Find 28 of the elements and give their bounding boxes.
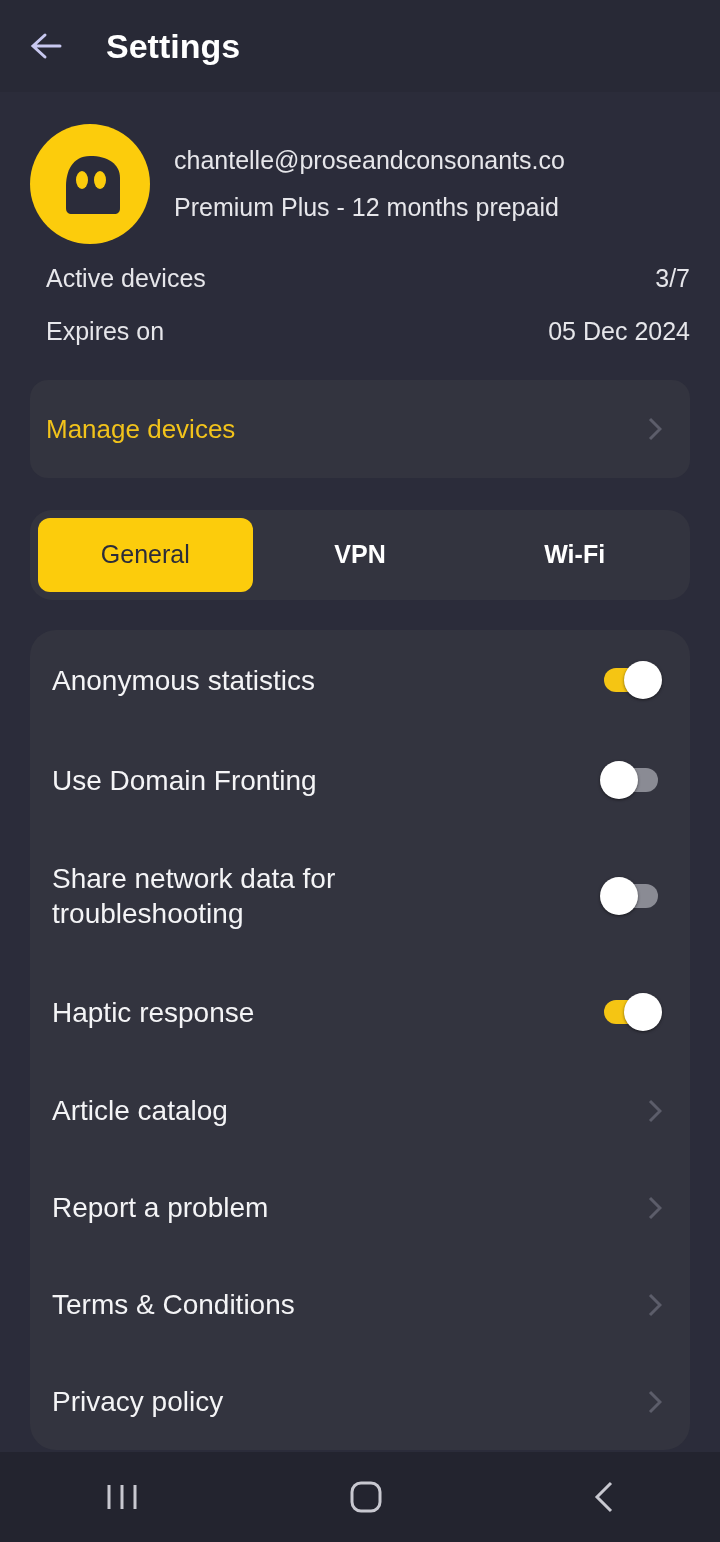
chevron-right-icon [648, 417, 662, 441]
chevron-right-icon [648, 1195, 662, 1220]
manage-devices-button[interactable]: Manage devices [30, 380, 690, 478]
detail-label: Active devices [46, 262, 206, 294]
page-title: Settings [106, 25, 241, 67]
chevron-right-icon [648, 1389, 662, 1414]
detail-value: 3/7 [655, 262, 690, 294]
home-icon[interactable] [350, 1481, 382, 1513]
setting-label: Anonymous statistics [52, 663, 315, 698]
back-arrow-icon[interactable] [30, 32, 62, 60]
back-icon[interactable] [594, 1481, 614, 1513]
detail-label: Expires on [46, 315, 165, 347]
tab[interactable]: VPN [252, 518, 468, 592]
settings-link[interactable]: Report a problem [52, 1159, 662, 1256]
account-email: chantelle@proseandconsonants.co [174, 144, 565, 176]
plan-text: Premium Plus - 12 months prepaid [174, 192, 560, 223]
setting-label: Haptic response [52, 995, 255, 1030]
settings-link[interactable]: Article catalog [52, 1062, 662, 1159]
settings-link[interactable]: Terms & Conditions [52, 1256, 662, 1353]
setting-label: Share network data for troubleshooting [52, 862, 337, 931]
recent-apps-icon[interactable] [106, 1483, 138, 1511]
settings-link[interactable]: Privacy policy [52, 1353, 662, 1450]
chevron-right-icon [648, 1098, 662, 1123]
detail-value: 05 Dec 2024 [548, 315, 690, 347]
tab[interactable]: Wi-Fi [467, 518, 682, 592]
chevron-right-icon [648, 1292, 662, 1317]
setting-label: Use Domain Fronting [52, 763, 317, 798]
tab[interactable]: General [38, 518, 253, 592]
